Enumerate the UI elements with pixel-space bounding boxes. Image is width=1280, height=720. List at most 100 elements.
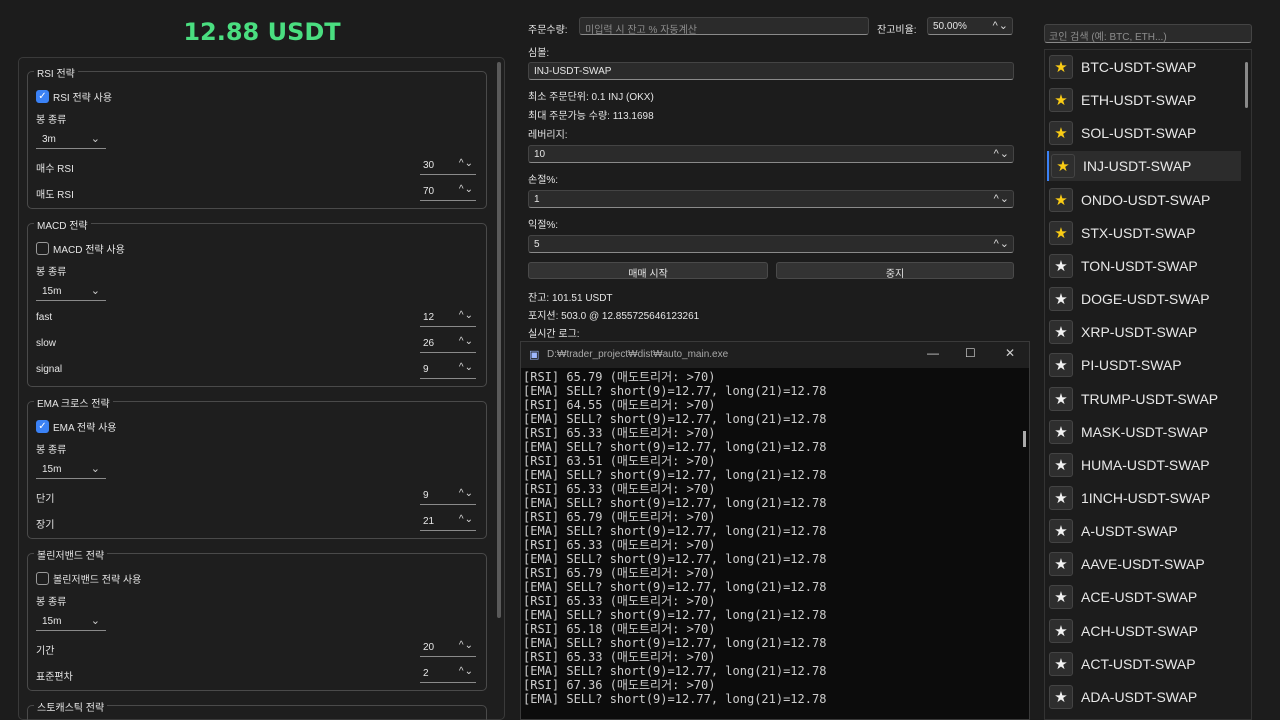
coin-list-item[interactable]: ★ ACT-USDT-SWAP <box>1047 649 1241 679</box>
star-icon[interactable]: ★ <box>1049 419 1073 444</box>
coin-list-item[interactable]: ★ ADA-USDT-SWAP <box>1047 682 1241 712</box>
stepper-arrows-icon[interactable]: ^⌄ <box>994 192 1010 205</box>
star-icon[interactable]: ★ <box>1049 618 1073 643</box>
rsi-sell-label: 매도 RSI <box>36 190 74 201</box>
start-trading-button[interactable]: 매매 시작 <box>528 262 768 280</box>
macd-candle-label: 봉 종류 <box>36 267 67 278</box>
coin-list-item[interactable]: ★ MASK-USDT-SWAP <box>1047 417 1241 447</box>
macd-slow-value: 26 <box>423 338 435 349</box>
macd-fast-spinbox[interactable]: 12 ^⌄ <box>420 309 476 327</box>
chevron-down-icon: ⌄ <box>90 615 100 627</box>
bollinger-stddev-spinbox[interactable]: 2 ^⌄ <box>420 665 476 683</box>
star-icon[interactable]: ★ <box>1049 253 1073 278</box>
coin-list-item[interactable]: ★ XRP-USDT-SWAP <box>1047 317 1241 347</box>
star-filled-icon[interactable]: ★ <box>1049 88 1073 113</box>
stepper-arrows-icon[interactable]: ^⌄ <box>994 237 1010 250</box>
stepper-arrows-icon[interactable]: ^⌄ <box>994 147 1010 160</box>
star-icon[interactable]: ★ <box>1049 651 1073 676</box>
stepper-arrows-icon[interactable]: ^⌄ <box>459 514 474 525</box>
star-filled-icon[interactable]: ★ <box>1049 121 1073 146</box>
takeprofit-spinbox[interactable]: 5 ^⌄ <box>528 235 1014 253</box>
coin-list-item[interactable]: ★ SOL-USDT-SWAP <box>1047 118 1241 148</box>
ema-short-spinbox[interactable]: 9 ^⌄ <box>420 487 476 505</box>
rsi-buy-spinbox[interactable]: 30 ^⌄ <box>420 157 476 175</box>
close-icon[interactable]: ✕ <box>1005 346 1015 360</box>
coin-list-item[interactable]: ★ DOGE-USDT-SWAP <box>1047 284 1241 314</box>
maximize-icon[interactable]: ☐ <box>965 346 976 360</box>
bollinger-period-spinbox[interactable]: 20 ^⌄ <box>420 639 476 657</box>
coin-name: INJ-USDT-SWAP <box>1083 158 1192 175</box>
order-qty-input[interactable]: 미입력 시 잔고 % 자동계산 <box>579 17 869 36</box>
symbol-input[interactable]: INJ-USDT-SWAP <box>528 62 1014 80</box>
bollinger-enable-checkbox[interactable]: 볼린저밴드 전략 사용 <box>36 571 141 586</box>
coin-list-item[interactable]: ★ ACE-USDT-SWAP <box>1047 582 1241 612</box>
star-icon[interactable]: ★ <box>1049 452 1073 477</box>
coin-list-item[interactable]: ★ TON-USDT-SWAP <box>1047 251 1241 281</box>
star-icon[interactable]: ★ <box>1049 684 1073 709</box>
star-icon[interactable]: ★ <box>1049 485 1073 510</box>
stepper-arrows-icon[interactable]: ^⌄ <box>993 19 1009 32</box>
leverage-spinbox[interactable]: 10 ^⌄ <box>528 145 1014 163</box>
coin-list-item[interactable]: ★ ONDO-USDT-SWAP <box>1047 185 1241 215</box>
rsi-enable-checkbox[interactable]: ✓ RSI 전략 사용 <box>36 89 112 104</box>
macd-slow-spinbox[interactable]: 26 ^⌄ <box>420 335 476 353</box>
coin-list-item[interactable]: ★ A-USDT-SWAP <box>1047 516 1241 546</box>
star-icon[interactable]: ★ <box>1049 320 1073 345</box>
stepper-arrows-icon[interactable]: ^⌄ <box>459 336 474 347</box>
stoploss-spinbox[interactable]: 1 ^⌄ <box>528 190 1014 208</box>
ema-short-label: 단기 <box>36 494 55 505</box>
coin-list-scrollbar[interactable] <box>1245 62 1248 108</box>
stepper-arrows-icon[interactable]: ^⌄ <box>459 184 474 195</box>
stepper-arrows-icon[interactable]: ^⌄ <box>459 362 474 373</box>
star-icon[interactable]: ★ <box>1049 386 1073 411</box>
console-scrollbar[interactable] <box>1023 431 1026 447</box>
balance-ratio-value: 50.00% <box>933 21 967 32</box>
star-icon[interactable]: ★ <box>1049 519 1073 544</box>
rsi-sell-spinbox[interactable]: 70 ^⌄ <box>420 183 476 201</box>
coin-list-item[interactable]: ★ ACH-USDT-SWAP <box>1047 616 1241 646</box>
ema-candle-select[interactable]: 15m ⌄ <box>36 461 106 479</box>
coin-list-item[interactable]: ★ STX-USDT-SWAP <box>1047 218 1241 248</box>
coin-list-item[interactable]: ★ BTC-USDT-SWAP <box>1047 52 1241 82</box>
ema-long-spinbox[interactable]: 21 ^⌄ <box>420 513 476 531</box>
coin-list-item[interactable]: ★ INJ-USDT-SWAP <box>1047 151 1241 182</box>
macd-signal-spinbox[interactable]: 9 ^⌄ <box>420 361 476 379</box>
stop-button[interactable]: 중지 <box>776 262 1014 280</box>
leverage-value: 10 <box>534 149 546 160</box>
star-filled-icon[interactable]: ★ <box>1049 220 1073 245</box>
star-filled-icon[interactable]: ★ <box>1049 187 1073 212</box>
coin-list-item[interactable]: ★ TRUMP-USDT-SWAP <box>1047 384 1241 414</box>
stepper-arrows-icon[interactable]: ^⌄ <box>459 666 474 677</box>
minimize-icon[interactable]: — <box>927 346 939 360</box>
bollinger-candle-select[interactable]: 15m ⌄ <box>36 613 106 631</box>
star-filled-icon[interactable]: ★ <box>1051 154 1075 179</box>
macd-enable-checkbox[interactable]: MACD 전략 사용 <box>36 241 125 256</box>
console-line: [EMA] SELL? short(9)=12.77, long(21)=12.… <box>523 440 827 454</box>
stepper-arrows-icon[interactable]: ^⌄ <box>459 310 474 321</box>
stepper-arrows-icon[interactable]: ^⌄ <box>459 158 474 169</box>
coin-search-input[interactable]: 코인 검색 (예: BTC, ETH...) <box>1044 24 1252 43</box>
balance-title: 12.88 USDT <box>183 18 341 46</box>
console-titlebar[interactable]: ▣ D:₩trader_project₩dist₩auto_main.exe —… <box>521 342 1029 368</box>
star-filled-icon[interactable]: ★ <box>1049 55 1073 79</box>
strategy-panel-scrollbar[interactable] <box>497 62 501 618</box>
ema-enable-checkbox[interactable]: ✓ EMA 전략 사용 <box>36 419 116 434</box>
star-icon[interactable]: ★ <box>1049 585 1073 610</box>
ema-candle-label: 봉 종류 <box>36 445 67 456</box>
coin-list-item[interactable]: ★ PI-USDT-SWAP <box>1047 350 1241 380</box>
coin-list-item[interactable]: ★ 1INCH-USDT-SWAP <box>1047 483 1241 513</box>
coin-name: HUMA-USDT-SWAP <box>1081 456 1210 473</box>
coin-list-item[interactable]: ★ HUMA-USDT-SWAP <box>1047 450 1241 480</box>
coin-name: A-USDT-SWAP <box>1081 523 1178 540</box>
rsi-candle-select[interactable]: 3m ⌄ <box>36 131 106 149</box>
stepper-arrows-icon[interactable]: ^⌄ <box>459 488 474 499</box>
coin-list-item[interactable]: ★ AAVE-USDT-SWAP <box>1047 549 1241 579</box>
star-icon[interactable]: ★ <box>1049 552 1073 577</box>
star-icon[interactable]: ★ <box>1049 287 1073 312</box>
coin-list-item[interactable]: ★ ETH-USDT-SWAP <box>1047 85 1241 115</box>
star-icon[interactable]: ★ <box>1049 353 1073 378</box>
bollinger-period-value: 20 <box>423 642 435 653</box>
macd-candle-select[interactable]: 15m ⌄ <box>36 283 106 301</box>
balance-ratio-spinbox[interactable]: 50.00% ^⌄ <box>927 17 1013 35</box>
stepper-arrows-icon[interactable]: ^⌄ <box>459 640 474 651</box>
